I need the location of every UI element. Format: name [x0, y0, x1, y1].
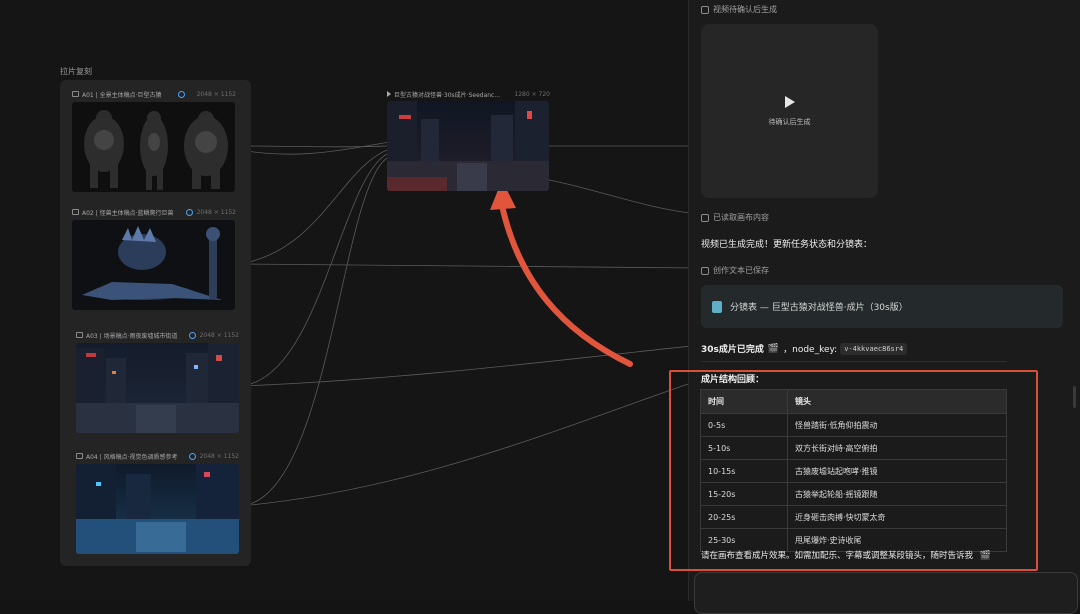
- output-title: 巨型古猿对战怪兽·30s成片·Seedanc...: [394, 91, 501, 99]
- divider: [701, 361, 1007, 362]
- completion-row: 30s成片已完成 🎬 ，node_key: v-4kkvaec86sr4: [701, 342, 908, 355]
- card-title: A01 | 全景主体稿点·巨型古猿: [82, 91, 162, 99]
- play-icon[interactable]: [785, 96, 795, 108]
- image-icon: [72, 209, 79, 215]
- video-pending-label: 视频待确认后生成: [713, 5, 777, 14]
- storyboard-doc-card[interactable]: 分镜表 — 巨型古猿对战怪兽·成片（30s版）: [701, 285, 1063, 328]
- verified-badge-icon: [177, 90, 185, 98]
- verified-badge-icon: [188, 331, 196, 339]
- card-thumbnail[interactable]: [76, 343, 239, 433]
- output-dims: 1280 × 720: [514, 90, 550, 98]
- output-video-node[interactable]: 巨型古猿对战怪兽·30s成片·Seedanc... 1280 × 720: [387, 88, 550, 191]
- link-a03-output: [239, 153, 388, 387]
- scrollbar[interactable]: [1073, 386, 1076, 408]
- card-header: A01 | 全景主体稿点·巨型古猿 2048 × 1152: [72, 88, 236, 100]
- image-icon: [76, 453, 83, 459]
- link-a04-sidebar: [239, 383, 688, 507]
- card-dims: 2048 × 1152: [196, 208, 236, 216]
- annotation-arrow: [500, 207, 633, 367]
- style-reference-image: [76, 464, 239, 554]
- output-video-frame: [387, 101, 549, 191]
- status-message: 视频已生成完成！更新任务状态和分镜表：: [701, 240, 873, 250]
- link-a02-sidebar: [239, 263, 688, 269]
- check-canvas-icon: [701, 213, 709, 222]
- video-pending-row: 视频待确认后生成: [701, 4, 777, 15]
- canvas-read-row: 已读取画布内容: [701, 212, 769, 223]
- canvas-area[interactable]: 拉片复刻 A01 | 全景主体稿点·巨型古猿 2048 × 1152 A02 |…: [0, 0, 688, 601]
- reference-card-a01[interactable]: A01 | 全景主体稿点·巨型古猿 2048 × 1152: [72, 88, 236, 192]
- node-key-label: ，node_key:: [783, 345, 838, 355]
- group-title: 拉片复刻: [60, 67, 92, 76]
- link-a03-sidebar: [239, 345, 688, 387]
- output-thumbnail[interactable]: [387, 101, 549, 191]
- link-a01-output-2: [239, 141, 391, 155]
- edit-icon: [701, 5, 709, 14]
- link-a04-output: [239, 157, 388, 507]
- play-icon: [387, 91, 391, 97]
- done-text: 30s成片已完成: [701, 345, 764, 355]
- doc-label: 分镜表 — 巨型古猿对战怪兽·成片（30s版）: [730, 303, 908, 313]
- card-dims: 2048 × 1152: [196, 90, 236, 98]
- image-icon: [72, 91, 79, 97]
- node-key-code[interactable]: v-4kkvaec86sr4: [840, 342, 908, 355]
- reference-card-a04[interactable]: A04 | 风格稿点·视觉色调质感参考 2048 × 1152: [76, 450, 239, 554]
- card-header: A03 | 场景稿点·雨夜废墟城市街道 2048 × 1152: [76, 329, 239, 341]
- card-title: A02 | 怪兽主体稿点·蓝鳞爬行巨兽: [82, 209, 174, 217]
- canvas-read-label: 已读取画布内容: [713, 213, 769, 222]
- video-placeholder: 待确认后生成: [768, 118, 811, 126]
- card-title: A03 | 场景稿点·雨夜废墟城市街道: [86, 332, 178, 340]
- verified-badge-icon: [188, 452, 196, 460]
- card-title: A04 | 风格稿点·视觉色调质感参考: [86, 453, 178, 461]
- monster-turnaround-image: [72, 220, 235, 310]
- document-icon: [712, 300, 722, 313]
- saved-row: 创作文本已保存: [701, 265, 769, 276]
- card-dims: 2048 × 1152: [199, 331, 239, 339]
- clapperboard-icon: 🎬: [767, 343, 780, 354]
- link-a02-output: [239, 149, 388, 265]
- verified-badge-icon: [185, 208, 193, 216]
- highlight-box: [669, 370, 1038, 571]
- card-thumbnail[interactable]: [72, 102, 235, 192]
- chat-input[interactable]: [694, 572, 1078, 614]
- card-dims: 2048 × 1152: [199, 452, 239, 460]
- card-header: A02 | 怪兽主体稿点·蓝鳞爬行巨兽 2048 × 1152: [72, 206, 236, 218]
- card-thumbnail[interactable]: [72, 220, 235, 310]
- document-icon: [701, 266, 709, 275]
- rainy-street-image: [76, 343, 239, 433]
- saved-label: 创作文本已保存: [713, 266, 769, 275]
- output-header: 巨型古猿对战怪兽·30s成片·Seedanc... 1280 × 720: [387, 88, 550, 100]
- video-preview[interactable]: 待确认后生成: [701, 24, 878, 198]
- card-thumbnail[interactable]: [76, 464, 239, 554]
- link-output-sidebar-2: [548, 179, 688, 214]
- reference-card-a03[interactable]: A03 | 场景稿点·雨夜废墟城市街道 2048 × 1152: [76, 329, 239, 433]
- image-icon: [76, 332, 83, 338]
- ape-turnaround-image: [72, 102, 235, 192]
- card-header: A04 | 风格稿点·视觉色调质感参考 2048 × 1152: [76, 450, 239, 462]
- reference-card-a02[interactable]: A02 | 怪兽主体稿点·蓝鳞爬行巨兽 2048 × 1152: [72, 206, 236, 310]
